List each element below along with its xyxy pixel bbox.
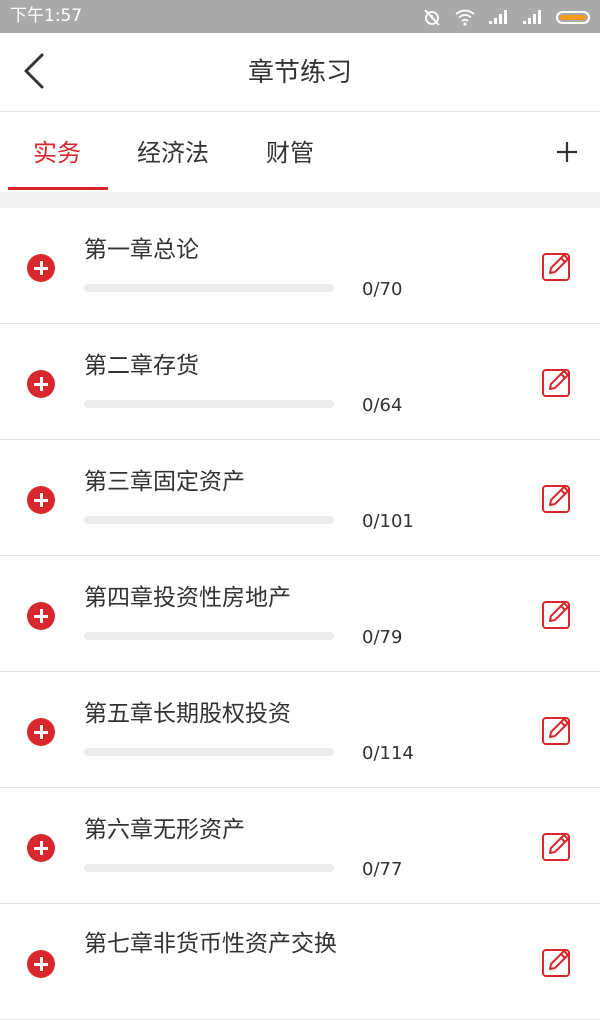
battery-icon [556, 10, 590, 24]
edit-icon[interactable] [540, 365, 574, 399]
expand-plus-icon[interactable] [27, 254, 55, 282]
alarm-off-icon [424, 9, 440, 26]
progress-bar [84, 516, 334, 524]
chapter-title: 第六章无形资产 [84, 817, 245, 843]
expand-plus-icon[interactable] [27, 486, 55, 514]
chapter-title: 第二章存货 [84, 353, 199, 379]
edit-icon[interactable] [540, 597, 574, 631]
progress-bar [84, 632, 334, 640]
progress-bar [84, 400, 334, 408]
plus-icon[interactable] [554, 132, 580, 172]
progress-bar [84, 864, 334, 872]
signal-icon [489, 10, 507, 24]
chapter-title: 第三章固定资产 [84, 469, 245, 495]
chapter-row[interactable]: 第一章总论 0/70 [0, 208, 600, 324]
progress-count: 0/64 [362, 395, 403, 416]
progress-bar [84, 284, 334, 292]
status-icons [422, 7, 590, 27]
app-header: 章节练习 [0, 33, 600, 112]
expand-plus-icon[interactable] [27, 950, 55, 978]
chapter-row[interactable]: 第四章投资性房地产 0/79 [0, 556, 600, 672]
active-tab-indicator [8, 187, 108, 190]
page-title: 章节练习 [247, 58, 352, 88]
progress-count: 0/79 [362, 627, 403, 648]
progress-count: 0/114 [362, 743, 414, 764]
tab-shiwu[interactable]: 实务 [33, 138, 81, 168]
chapter-title: 第四章投资性房地产 [84, 585, 291, 611]
progress-count: 0/70 [362, 279, 403, 300]
chapter-row[interactable]: 第三章固定资产 0/101 [0, 440, 600, 556]
edit-icon[interactable] [540, 829, 574, 863]
section-divider [0, 192, 600, 208]
progress-count: 0/77 [362, 859, 403, 880]
expand-plus-icon[interactable] [27, 834, 55, 862]
tab-caiguan[interactable]: 财管 [266, 138, 314, 168]
wifi-icon [455, 9, 475, 26]
chapter-list: 第一章总论 0/70 第二章存货 0/64 第三章固定资产 0/101 第四章投… [0, 208, 600, 1020]
chapter-row[interactable]: 第七章非货币性资产交换 [0, 904, 600, 1020]
edit-icon[interactable] [540, 249, 574, 283]
tab-jingjifa[interactable]: 经济法 [137, 138, 209, 168]
chapter-title: 第五章长期股权投资 [84, 701, 291, 727]
chapter-row[interactable]: 第六章无形资产 0/77 [0, 788, 600, 904]
edit-icon[interactable] [540, 713, 574, 747]
expand-plus-icon[interactable] [27, 718, 55, 746]
progress-count: 0/101 [362, 511, 414, 532]
signal-icon [523, 10, 541, 24]
status-bar: 下午1:57 [0, 0, 600, 33]
expand-plus-icon[interactable] [27, 370, 55, 398]
expand-plus-icon[interactable] [27, 602, 55, 630]
edit-icon[interactable] [540, 945, 574, 979]
progress-bar [84, 748, 334, 756]
chapter-row[interactable]: 第五章长期股权投资 0/114 [0, 672, 600, 788]
chapter-title: 第七章非货币性资产交换 [84, 931, 337, 957]
chapter-row[interactable]: 第二章存货 0/64 [0, 324, 600, 440]
subject-tabs: 实务 经济法 财管 [0, 112, 600, 192]
chapter-title: 第一章总论 [84, 237, 199, 263]
edit-icon[interactable] [540, 481, 574, 515]
status-time: 下午1:57 [10, 6, 83, 26]
